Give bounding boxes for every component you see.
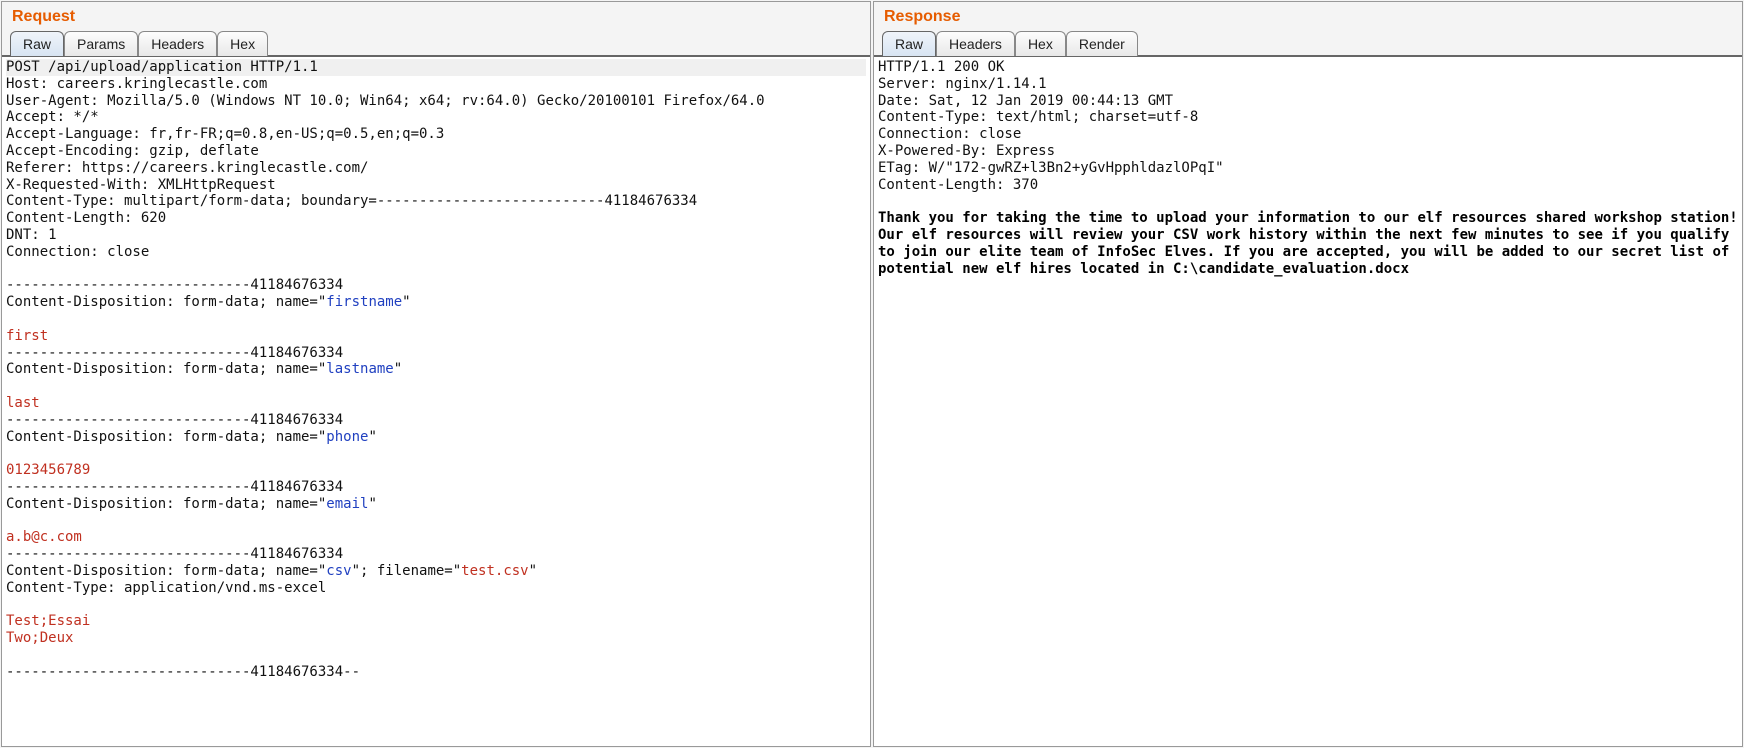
- tab-raw[interactable]: Raw: [882, 31, 936, 56]
- tab-render[interactable]: Render: [1066, 31, 1138, 56]
- tab-headers[interactable]: Headers: [936, 31, 1015, 56]
- response-tabs: Raw Headers Hex Render: [874, 30, 1742, 56]
- request-tabs: Raw Params Headers Hex: [2, 30, 870, 56]
- request-title: Request: [2, 2, 870, 30]
- response-title: Response: [874, 2, 1742, 30]
- tab-hex[interactable]: Hex: [1015, 31, 1066, 56]
- tab-params[interactable]: Params: [64, 31, 138, 56]
- request-panel: Request Raw Params Headers Hex POST /api…: [1, 1, 871, 747]
- tab-raw[interactable]: Raw: [10, 31, 64, 56]
- tab-hex[interactable]: Hex: [217, 31, 268, 56]
- response-panel: Response Raw Headers Hex Render HTTP/1.1…: [873, 1, 1743, 747]
- request-content: POST /api/upload/application HTTP/1.1 Ho…: [2, 56, 870, 746]
- request-raw-text[interactable]: POST /api/upload/application HTTP/1.1 Ho…: [2, 57, 870, 746]
- response-raw-text[interactable]: HTTP/1.1 200 OK Server: nginx/1.14.1 Dat…: [874, 57, 1742, 746]
- response-content: HTTP/1.1 200 OK Server: nginx/1.14.1 Dat…: [874, 56, 1742, 746]
- tab-headers[interactable]: Headers: [138, 31, 217, 56]
